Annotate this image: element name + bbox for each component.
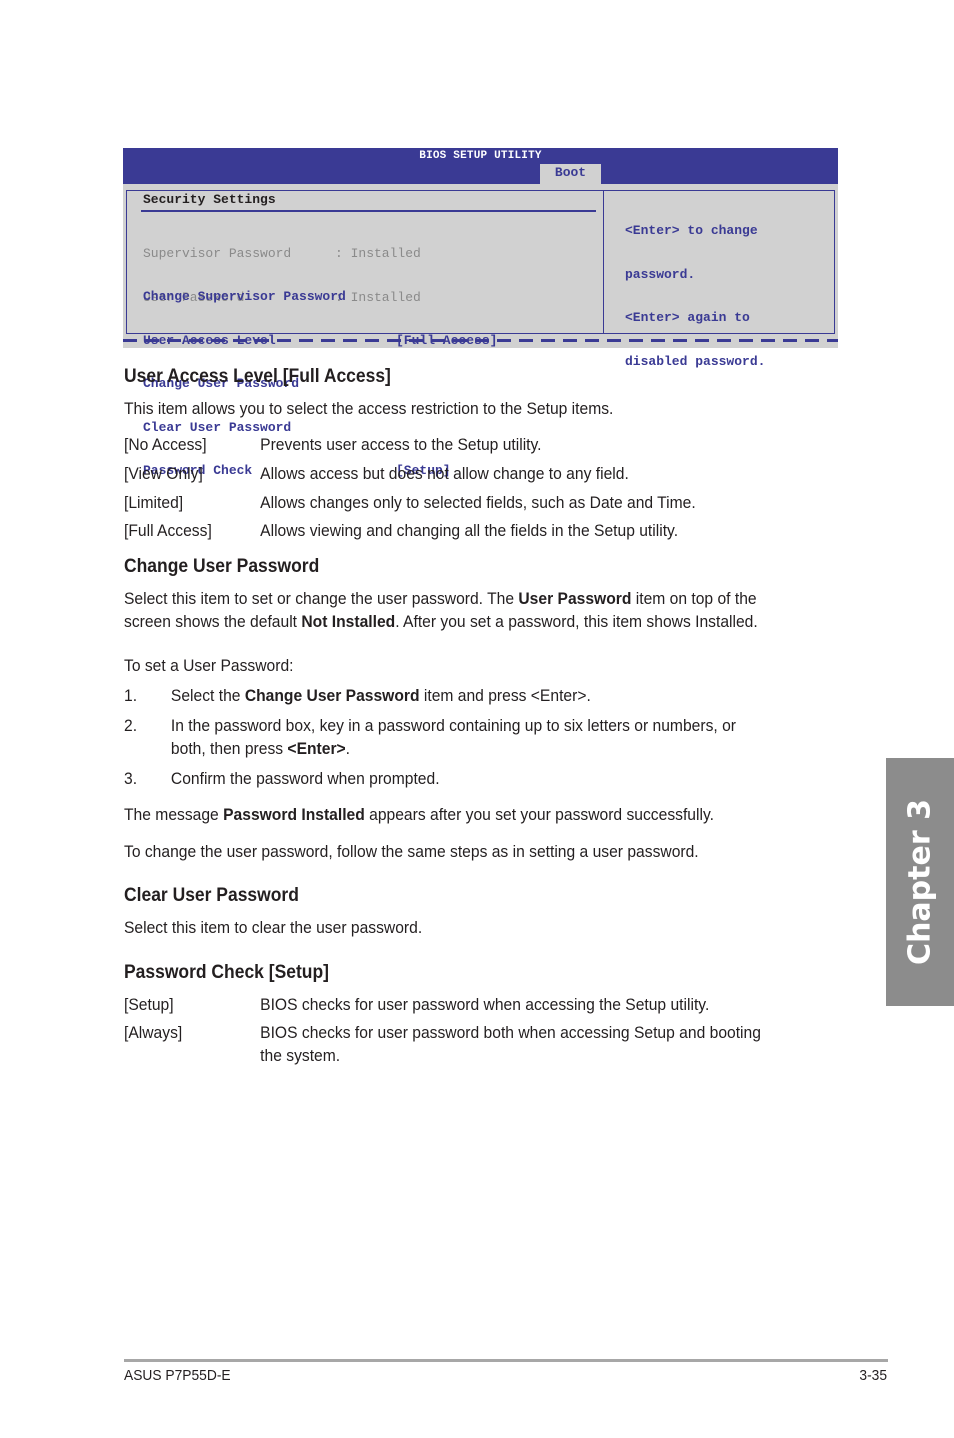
option-desc: BIOS checks for user password both when … <box>260 1023 761 1042</box>
option-row: [Always] BIOS checks for user password bo… <box>124 1021 761 1067</box>
footer-product-name: ASUS P7P55D-E <box>124 1367 231 1384</box>
chapter-tab: Chapter 3 <box>886 758 954 1006</box>
step-2: 2. In the password box, key in a password… <box>124 714 736 760</box>
heading-user-access-level: User Access Level [Full Access] <box>124 366 391 387</box>
text: item and press <Enter>. <box>419 686 591 705</box>
bios-main-panel: Security Settings Supervisor Password : I… <box>126 190 604 478</box>
text: . After you set a password, this item sh… <box>395 612 758 631</box>
text: Select this item to set or change the us… <box>124 589 519 608</box>
footer-page-number: 3-35 <box>859 1367 887 1384</box>
option-row: [View Only] Allows access but does not al… <box>124 462 629 485</box>
bios-help-panel: <Enter> to change password. <Enter> agai… <box>603 190 835 368</box>
option-row: [No Access] Prevents user access to the S… <box>124 433 542 456</box>
chapter-label: Chapter 3 <box>902 799 938 965</box>
option-desc: Allows changes only to selected fields, … <box>260 493 696 512</box>
heading-change-user-password: Change User Password <box>124 556 320 577</box>
step-number: 2. <box>124 716 138 735</box>
text: In the password box, key in a password c… <box>170 716 736 735</box>
footer-divider <box>124 1359 888 1362</box>
user-access-intro: This item allows you to select the acces… <box>124 399 614 418</box>
text: Select the <box>170 686 245 705</box>
bios-tab-boot[interactable]: Boot <box>540 164 601 184</box>
help-line: disabled password. <box>625 353 766 369</box>
help-line: password. <box>625 266 696 282</box>
text: . <box>345 739 351 758</box>
text: The message <box>124 805 224 824</box>
heading-clear-user-password: Clear User Password <box>124 885 299 906</box>
option-key: [No Access] <box>124 435 207 454</box>
bios-help-text: <Enter> to change password. <Enter> agai… <box>625 195 765 398</box>
option-desc-cont: the system. <box>260 1046 341 1065</box>
status-label: Supervisor Password <box>143 246 292 261</box>
bold-text: <Enter> <box>287 739 346 758</box>
change-password-note: To change the user password, follow the … <box>124 842 699 861</box>
option-row: [Full Access] Allows viewing and changing… <box>124 519 678 542</box>
bios-dashed-cutoff <box>123 339 838 342</box>
bios-status-row: Supervisor Password : Installed <box>143 246 421 262</box>
status-value: : Installed <box>335 246 421 261</box>
bios-menu-item-change-supervisor-password[interactable]: Change Supervisor Password <box>143 289 497 305</box>
bios-screenshot: BIOS SETUP UTILITY Boot Security Setting… <box>123 148 838 478</box>
option-key: [Always] <box>124 1023 183 1042</box>
text: item on top of the <box>631 589 757 608</box>
step-3: 3. Confirm the password when prompted. <box>124 767 440 790</box>
option-desc: BIOS checks for user password when acces… <box>260 995 710 1014</box>
step-number: 1. <box>124 686 138 705</box>
bold-text: Password Installed <box>223 805 365 824</box>
help-line: <Enter> to change <box>625 223 758 238</box>
option-row: [Limited] Allows changes only to selected… <box>124 491 696 514</box>
step-number: 3. <box>124 769 138 788</box>
text: screen shows the default <box>124 612 302 631</box>
clear-user-text: Select this item to clear the user passw… <box>124 918 423 937</box>
option-desc: Allows viewing and changing all the fiel… <box>260 521 679 540</box>
option-desc: Allows access but does not allow change … <box>260 464 629 483</box>
bold-text: Not Installed <box>301 612 396 631</box>
bios-section-divider <box>141 210 596 212</box>
option-key: [Setup] <box>124 995 174 1014</box>
bios-title: BIOS SETUP UTILITY <box>419 150 542 162</box>
help-line: <Enter> again to <box>625 310 750 325</box>
step-1: 1. Select the Change User Password item a… <box>124 684 591 707</box>
bios-section-title: Security Settings <box>143 192 276 207</box>
bold-text: Change User Password <box>244 686 420 705</box>
bios-header: BIOS SETUP UTILITY Boot <box>123 148 838 184</box>
option-desc: Prevents user access to the Setup utilit… <box>260 435 542 454</box>
bold-text: User Password <box>518 589 632 608</box>
heading-password-check: Password Check [Setup] <box>124 962 329 983</box>
option-row: [Setup] BIOS checks for user password whe… <box>124 993 709 1016</box>
text: appears after you set your password succ… <box>364 805 714 824</box>
option-key: [Full Access] <box>124 521 212 540</box>
text: Confirm the password when prompted. <box>170 769 440 788</box>
menu-label: Change Supervisor Password <box>143 289 346 304</box>
change-user-paragraph: Select this item to set or change the us… <box>124 587 758 633</box>
steps-intro: To set a User Password: <box>124 656 294 675</box>
password-installed-message: The message Password Installed appears a… <box>124 803 714 826</box>
option-key: [View Only] <box>124 464 203 483</box>
option-key: [Limited] <box>124 493 184 512</box>
text: both, then press <box>170 739 288 758</box>
